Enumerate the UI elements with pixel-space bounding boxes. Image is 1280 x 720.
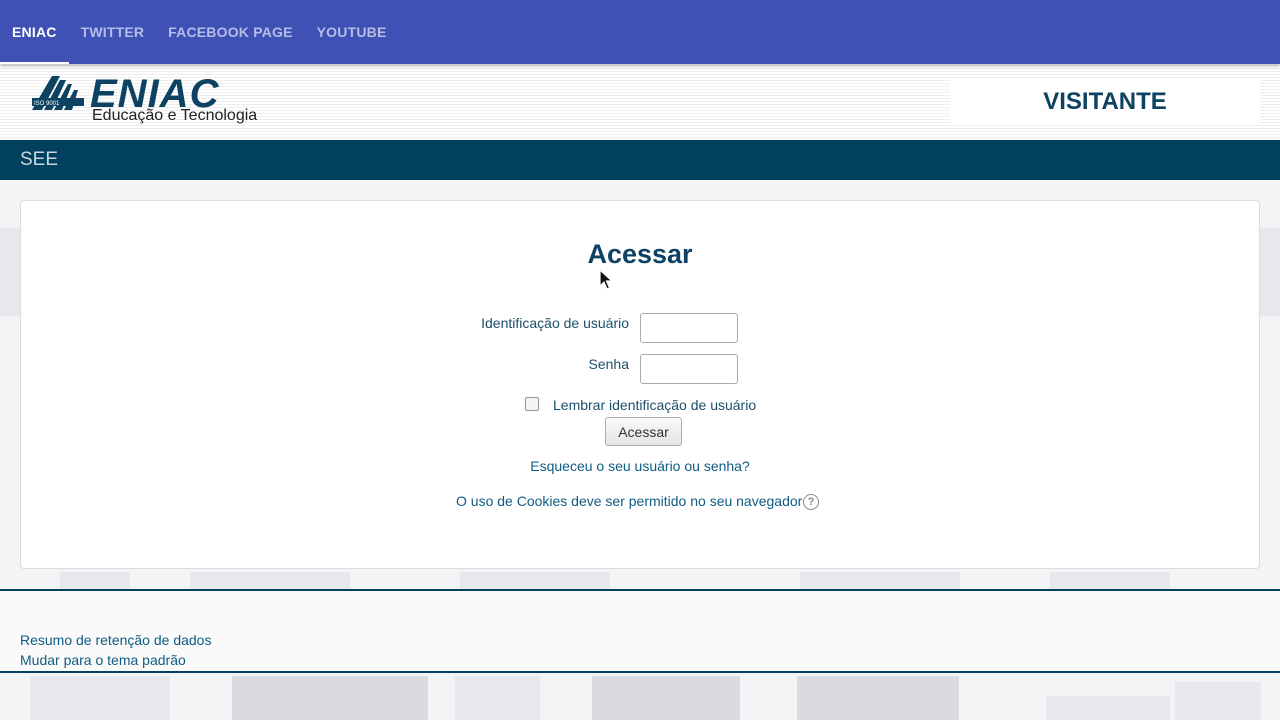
svg-text:ISO 9001: ISO 9001 [34, 101, 60, 107]
data-retention-summary-link[interactable]: Resumo de retenção de dados [20, 632, 211, 648]
nav-item-eniac[interactable]: ENIAC [0, 0, 69, 64]
site-header: ISO 9001 ENIAC Educação e Tecnologia VIS… [0, 64, 1280, 140]
site-name-bar: SEE [0, 140, 1280, 180]
forgot-password-link[interactable]: Esqueceu o seu usuário ou senha? [21, 458, 1259, 474]
cookies-notice: O uso de Cookies deve ser permitido no s… [456, 493, 803, 509]
remember-username-checkbox[interactable] [525, 397, 539, 411]
eniac-logo[interactable]: ISO 9001 ENIAC Educação e Tecnologia [32, 72, 272, 130]
login-card: Acessar Identificação de usuário Senha L… [20, 200, 1260, 569]
password-label: Senha [588, 356, 629, 372]
logo-subtitle: Educação e Tecnologia [92, 107, 258, 124]
nav-item-facebook-page[interactable]: FACEBOOK PAGE [156, 0, 304, 64]
eniac-triangle-icon: ISO 9001 [32, 76, 84, 110]
switch-theme-link[interactable]: Mudar para o tema padrão [20, 652, 186, 668]
password-input[interactable] [640, 354, 738, 384]
username-label: Identificação de usuário [481, 315, 629, 331]
top-navigation: ENIAC TWITTER FACEBOOK PAGE YOUTUBE [0, 0, 1280, 64]
nav-item-youtube[interactable]: YOUTUBE [305, 0, 399, 64]
site-name[interactable]: SEE [20, 149, 58, 171]
login-title: Acessar [587, 239, 693, 269]
username-input[interactable] [640, 313, 738, 343]
help-question-icon[interactable]: ? [803, 494, 819, 510]
nav-item-twitter[interactable]: TWITTER [69, 0, 157, 64]
login-button[interactable]: Acessar [605, 417, 682, 446]
mouse-cursor-icon [599, 269, 613, 290]
page-footer: Resumo de retenção de dados Mudar para o… [0, 589, 1280, 673]
remember-username-label[interactable]: Lembrar identificação de usuário [553, 397, 756, 413]
user-status: VISITANTE [950, 80, 1260, 124]
